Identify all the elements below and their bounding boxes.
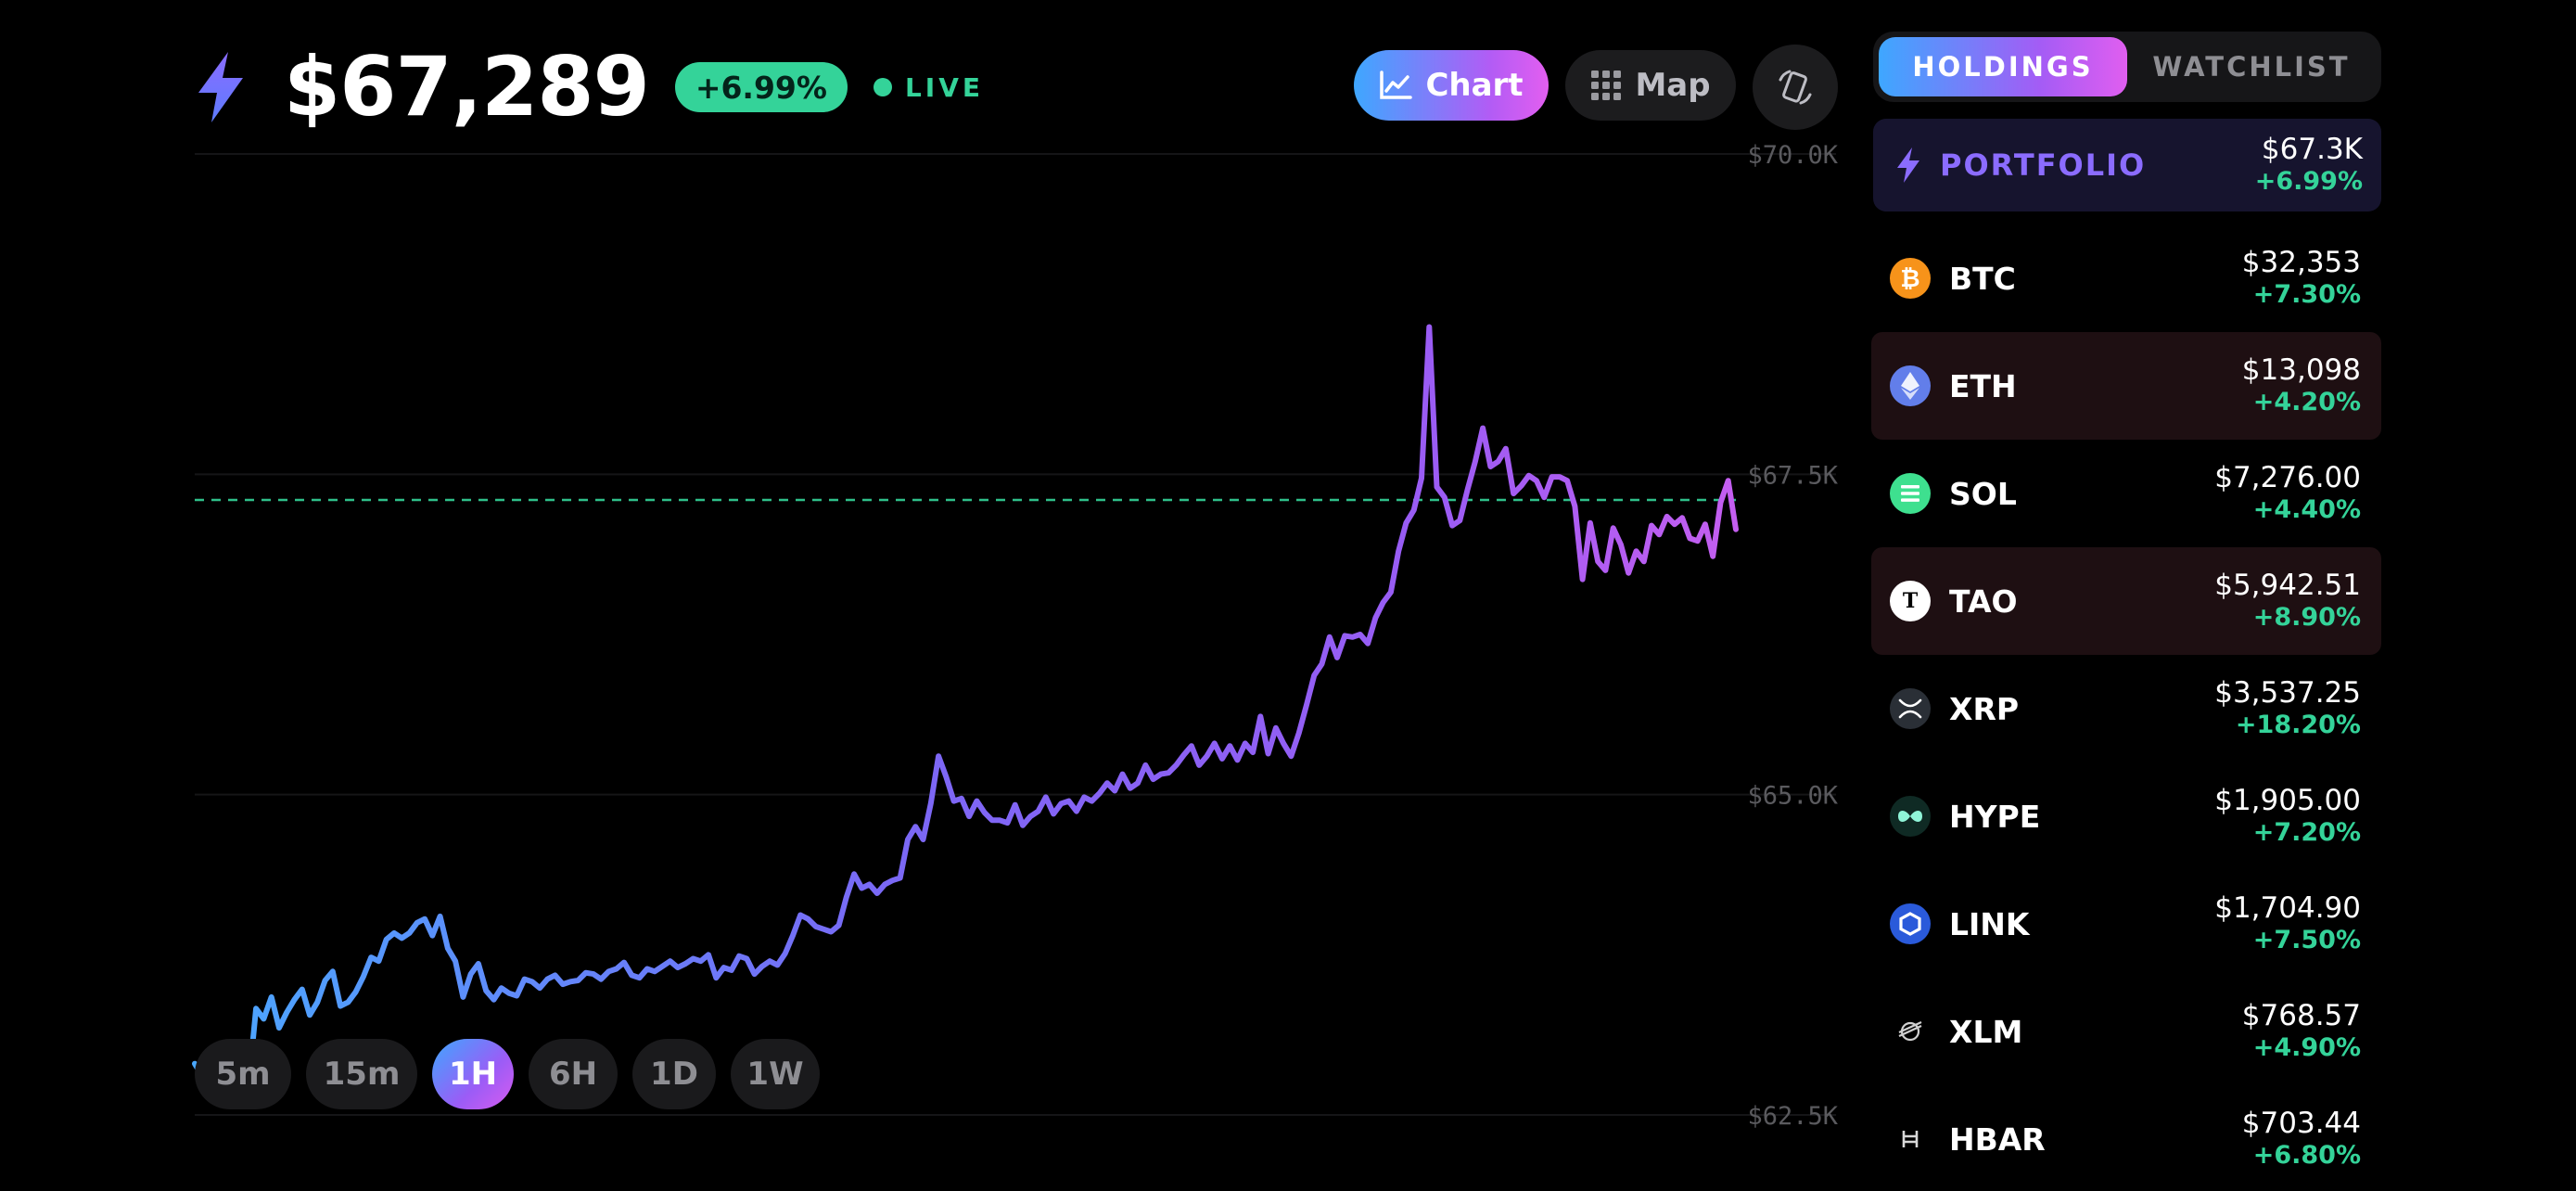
map-view-button[interactable]: Map	[1565, 50, 1736, 121]
bitcoin-icon: ₿	[1890, 258, 1931, 299]
solana-icon	[1890, 473, 1931, 514]
xrp-icon	[1890, 688, 1931, 729]
holding-value: $32,353	[2241, 246, 2361, 280]
y-tick-label: $62.5K	[1747, 1102, 1838, 1131]
holding-value: $5,942.51	[2214, 569, 2361, 603]
holding-value: $1,704.90	[2214, 891, 2361, 926]
holding-change: +4.90%	[2252, 1033, 2361, 1063]
chart-view-label: Chart	[1425, 67, 1524, 104]
holding-symbol: XRP	[1949, 690, 2020, 727]
y-axis: $70.0K $67.5K $65.0K $62.5K	[1747, 141, 1838, 1131]
holding-change: +6.80%	[2252, 1141, 2361, 1171]
holding-row-xrp[interactable]: XRP $3,537.25 +18.20%	[1871, 655, 2381, 762]
chart-view-button[interactable]: Chart	[1354, 50, 1549, 121]
timeframe-5m[interactable]: 5m	[195, 1039, 291, 1109]
holding-symbol: LINK	[1949, 905, 2030, 942]
map-view-label: Map	[1635, 67, 1711, 104]
rotate-device-icon	[1779, 70, 1812, 105]
portfolio-summary[interactable]: PORTFOLIO $67.3K +6.99%	[1873, 119, 2381, 211]
timeframe-15m[interactable]: 15m	[306, 1039, 417, 1109]
tab-holdings[interactable]: HOLDINGS	[1879, 37, 2127, 96]
holding-row-eth[interactable]: ETH $13,098 +4.20%	[1871, 332, 2381, 440]
lightning-bolt-icon	[1897, 147, 1919, 183]
holding-symbol: HBAR	[1949, 1121, 2046, 1158]
holding-value: $7,276.00	[2214, 461, 2361, 495]
series-line	[192, 324, 1739, 1093]
bittensor-icon: T	[1890, 581, 1931, 621]
y-tick-label: $70.0K	[1747, 141, 1838, 170]
panel-tabs: HOLDINGS WATCHLIST	[1873, 32, 2381, 102]
holding-row-hbar[interactable]: HBAR $703.44 +6.80%	[1871, 1085, 2381, 1191]
timeframe-1h[interactable]: 1H	[432, 1039, 514, 1109]
holding-symbol: HYPE	[1949, 798, 2041, 835]
portfolio-change: +6.99%	[2254, 167, 2363, 197]
holding-row-hype[interactable]: HYPE $1,905.00 +7.20%	[1871, 762, 2381, 870]
holding-symbol: XLM	[1949, 1013, 2023, 1050]
holding-row-tao[interactable]: T TAO $5,942.51 +8.90%	[1871, 547, 2381, 655]
chart-gridlines	[195, 153, 1836, 1116]
live-indicator: LIVE	[873, 71, 985, 103]
holding-value: $1,905.00	[2214, 784, 2361, 818]
timeframe-6h[interactable]: 6H	[529, 1039, 618, 1109]
timeframe-selector: 5m 15m 1H 6H 1D 1W	[195, 1039, 820, 1109]
hyperliquid-icon	[1890, 796, 1931, 837]
y-tick-label: $67.5K	[1747, 461, 1838, 490]
holding-symbol: BTC	[1949, 260, 2016, 297]
price-change-badge: +6.99%	[674, 62, 848, 112]
ethereum-icon	[1890, 365, 1931, 406]
holding-change: +8.90%	[2252, 603, 2361, 633]
portfolio-value: $67.3K	[2261, 133, 2363, 167]
lightning-bolt-icon	[198, 52, 243, 122]
holding-symbol: SOL	[1949, 475, 2017, 512]
live-label: LIVE	[904, 71, 985, 103]
holding-change: +7.50%	[2252, 926, 2361, 955]
holding-change: +18.20%	[2235, 711, 2361, 740]
holding-value: $703.44	[2241, 1107, 2361, 1141]
holding-value: $3,537.25	[2214, 676, 2361, 711]
holding-value: $13,098	[2241, 353, 2361, 388]
price-chart[interactable]: $70.0K $67.5K $65.0K $62.5K	[0, 0, 1855, 1191]
price-header: $67,289 +6.99% LIVE	[195, 41, 984, 134]
holding-row-btc[interactable]: ₿ BTC $32,353 +7.30%	[1871, 224, 2381, 332]
holding-change: +4.40%	[2252, 495, 2361, 525]
portfolio-label: PORTFOLIO	[1940, 147, 2147, 183]
tab-watchlist[interactable]: WATCHLIST	[2127, 37, 2376, 96]
stellar-icon	[1890, 1011, 1931, 1052]
holding-change: +7.20%	[2252, 818, 2361, 848]
holding-symbol: TAO	[1949, 583, 2018, 620]
chainlink-icon	[1890, 903, 1931, 944]
line-chart-icon	[1380, 70, 1413, 99]
timeframe-1w[interactable]: 1W	[731, 1039, 820, 1109]
hedera-icon	[1890, 1119, 1931, 1159]
rotate-button[interactable]	[1753, 45, 1838, 130]
current-price: $67,289	[284, 39, 650, 134]
live-dot-icon	[873, 78, 892, 96]
grid-icon	[1591, 70, 1622, 100]
holding-row-link[interactable]: LINK $1,704.90 +7.50%	[1871, 870, 2381, 978]
y-tick-label: $65.0K	[1747, 782, 1838, 811]
holding-row-xlm[interactable]: XLM $768.57 +4.90%	[1871, 978, 2381, 1085]
timeframe-1d[interactable]: 1D	[632, 1039, 716, 1109]
holding-value: $768.57	[2241, 999, 2361, 1033]
holding-row-sol[interactable]: SOL $7,276.00 +4.40%	[1871, 440, 2381, 547]
holding-change: +4.20%	[2252, 388, 2361, 417]
holdings-list: ₿ BTC $32,353 +7.30% ETH $13,098 +4.20% …	[1871, 224, 2381, 1191]
holding-symbol: ETH	[1949, 367, 2017, 404]
holding-change: +7.30%	[2252, 280, 2361, 310]
